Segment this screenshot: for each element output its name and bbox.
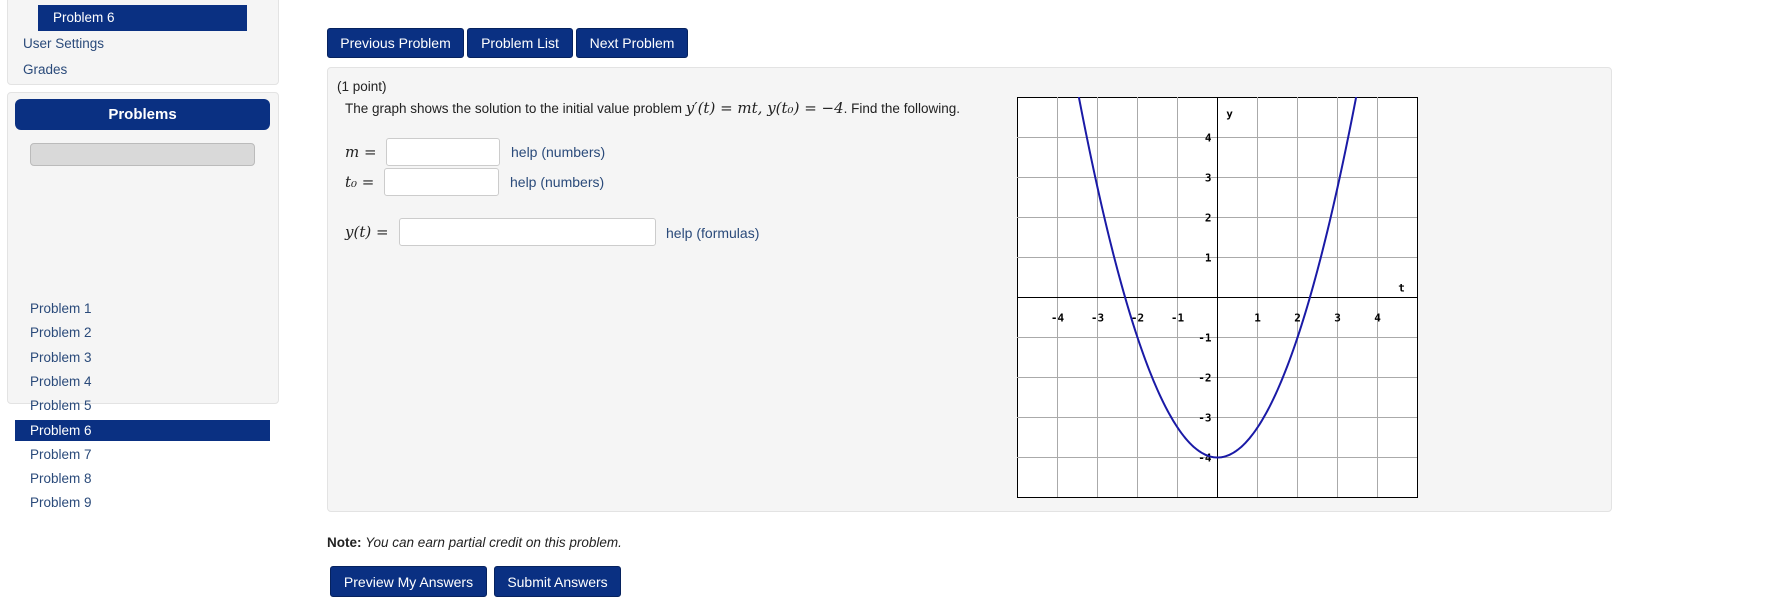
- y-tick-label: 3: [1205, 172, 1212, 185]
- t0-help-link[interactable]: help (numbers): [510, 174, 604, 190]
- y-tick-label: 2: [1205, 212, 1212, 225]
- grades-link[interactable]: Grades: [23, 62, 67, 77]
- y-tick-label: -3: [1198, 412, 1211, 425]
- x-tick-label: -4: [1051, 312, 1065, 325]
- statement-text-end: . Find the following.: [843, 101, 960, 116]
- sidebar-problem-4[interactable]: Problem 4: [15, 371, 270, 392]
- statement-text: The graph shows the solution to the init…: [345, 101, 686, 116]
- y-tick-label: 4: [1205, 132, 1212, 145]
- y-tick-label: -2: [1198, 372, 1211, 385]
- x-axis-label: t: [1398, 282, 1405, 295]
- x-tick-label: 1: [1254, 312, 1261, 325]
- point-value: (1 point): [337, 79, 387, 94]
- y-label: y(t) =: [345, 223, 389, 241]
- sidebar-current-problem[interactable]: Problem 6: [38, 5, 247, 31]
- y-input[interactable]: [399, 218, 656, 246]
- sidebar-problem-9[interactable]: Problem 9: [15, 492, 270, 513]
- x-tick-label: -1: [1171, 312, 1185, 325]
- x-tick-label: -3: [1091, 312, 1104, 325]
- solution-graph: -4 -3 -2 -1 1 2 3 4-4-3-2-11234ty: [1017, 97, 1418, 498]
- preview-answers-button[interactable]: Preview My Answers: [330, 566, 487, 597]
- problem-box: [327, 67, 1612, 512]
- sidebar-problem-5[interactable]: Problem 5: [15, 395, 270, 416]
- m-help-link[interactable]: help (numbers): [511, 144, 605, 160]
- y-help-link[interactable]: help (formulas): [666, 225, 759, 241]
- sidebar-problem-6[interactable]: Problem 6: [15, 419, 270, 441]
- previous-problem-button[interactable]: Previous Problem: [327, 28, 464, 58]
- sidebar-problem-1[interactable]: Problem 1: [15, 298, 270, 319]
- user-settings-link[interactable]: User Settings: [23, 36, 104, 51]
- problem-list-button[interactable]: Problem List: [467, 28, 573, 58]
- y-tick-label: -4: [1198, 452, 1212, 465]
- y-tick-label: -1: [1198, 332, 1212, 345]
- next-problem-button[interactable]: Next Problem: [576, 28, 688, 58]
- x-tick-label: 4: [1374, 312, 1381, 325]
- x-tick-label: 3: [1334, 312, 1341, 325]
- statement-math: y′(t) = mt, y(t₀) = −4: [685, 99, 844, 117]
- x-tick-label: 2: [1294, 312, 1301, 325]
- progress-bar: [30, 143, 255, 166]
- problem-statement: The graph shows the solution to the init…: [345, 99, 960, 117]
- m-label: m =: [345, 143, 377, 161]
- problems-header: Problems: [15, 99, 270, 130]
- y-axis-label: y: [1226, 108, 1233, 121]
- sidebar-problem-7[interactable]: Problem 7: [15, 444, 270, 465]
- note-text: You can earn partial credit on this prob…: [365, 535, 622, 550]
- note: Note: You can earn partial credit on thi…: [327, 535, 622, 550]
- note-label: Note:: [327, 535, 362, 550]
- t0-label: t₀ =: [345, 173, 375, 191]
- t0-input[interactable]: [384, 168, 499, 196]
- m-input[interactable]: [386, 138, 500, 166]
- submit-answers-button[interactable]: Submit Answers: [494, 566, 621, 597]
- sidebar-problem-2[interactable]: Problem 2: [15, 322, 270, 343]
- sidebar-problem-8[interactable]: Problem 8: [15, 468, 270, 489]
- sidebar-problem-3[interactable]: Problem 3: [15, 347, 270, 368]
- y-tick-label: 1: [1205, 252, 1212, 265]
